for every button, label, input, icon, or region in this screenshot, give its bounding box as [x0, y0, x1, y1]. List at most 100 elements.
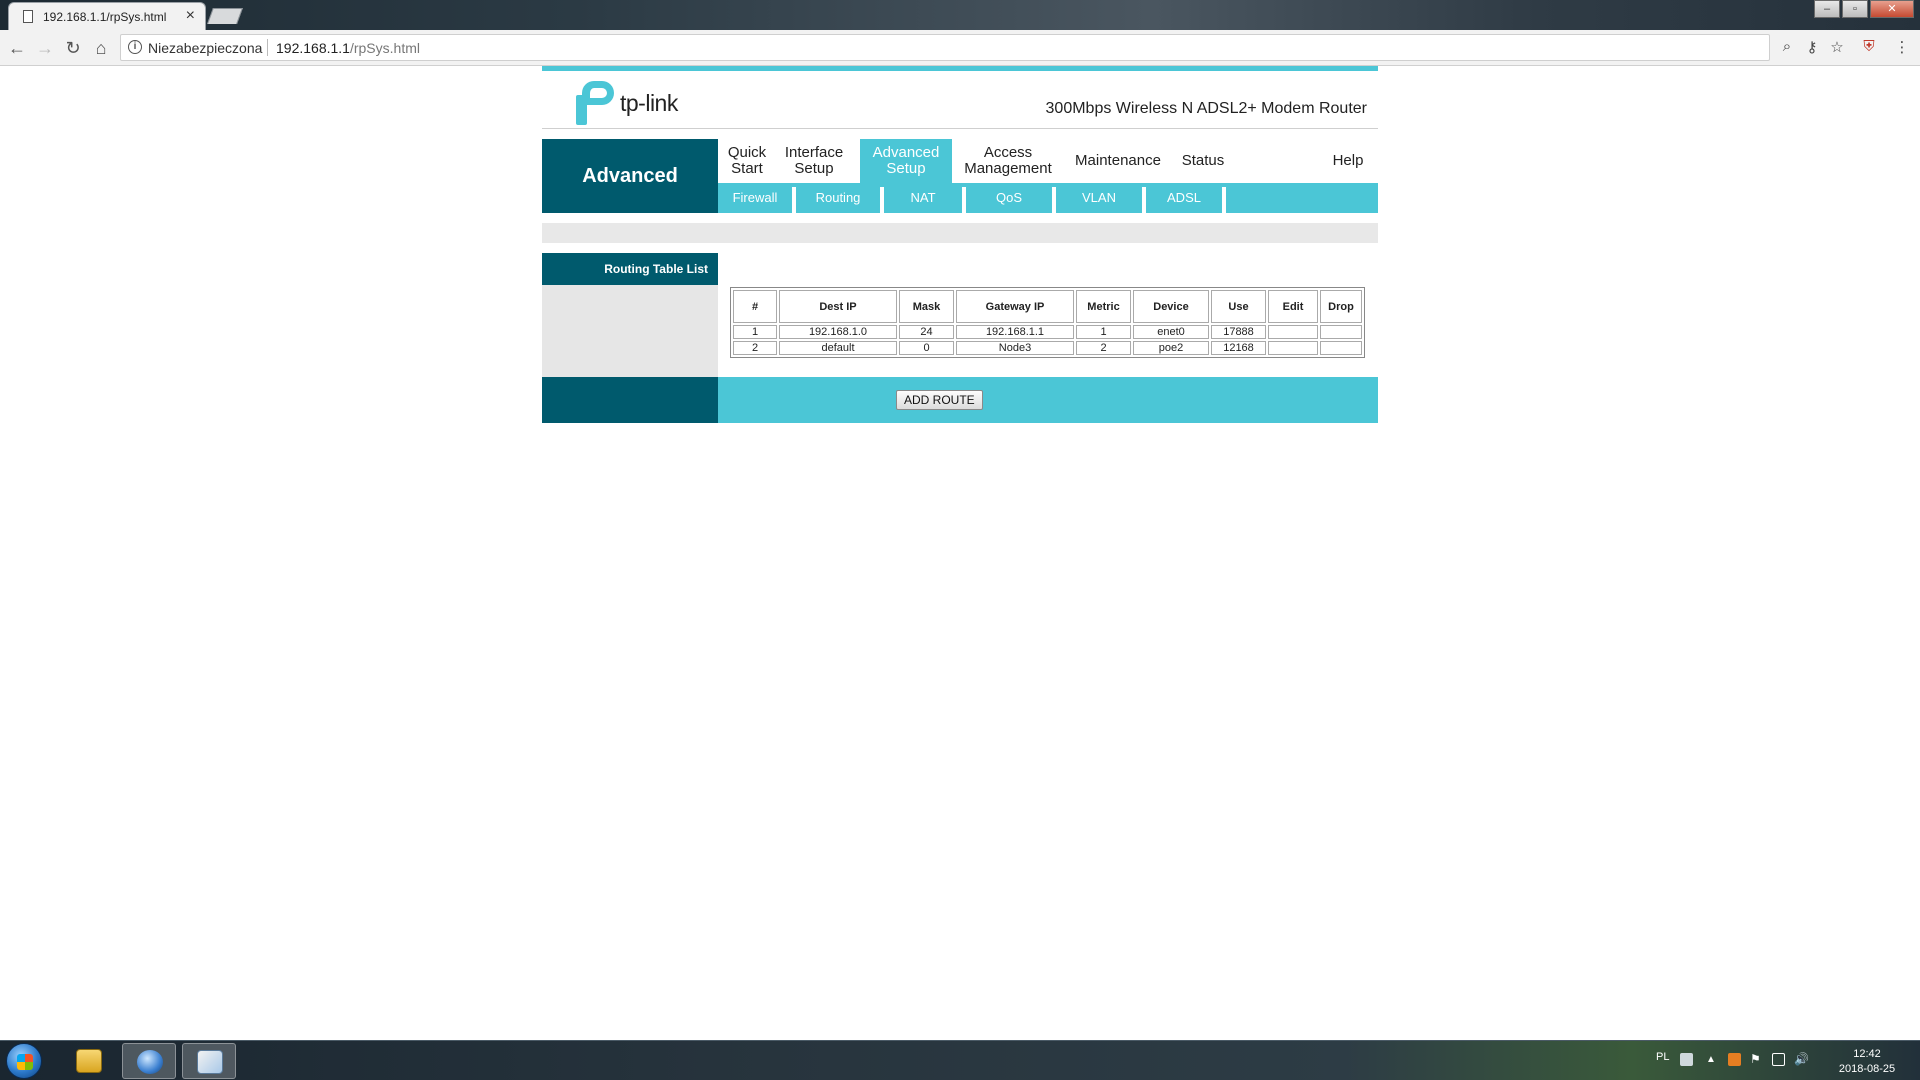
- menu-maintenance[interactable]: Maintenance: [1068, 139, 1168, 183]
- forward-arrow-icon[interactable]: →: [34, 38, 56, 58]
- submenu-nat[interactable]: NAT: [884, 183, 962, 213]
- minimize-button[interactable]: –: [1814, 0, 1840, 18]
- browser-titlebar: 192.168.1.1/rpSys.html × – ▫ ✕: [0, 0, 1920, 30]
- back-arrow-icon[interactable]: ←: [6, 38, 28, 58]
- reload-icon[interactable]: ↻: [62, 38, 84, 58]
- submenu-firewall[interactable]: Firewall: [718, 183, 792, 213]
- tab-close-icon[interactable]: ×: [186, 7, 195, 25]
- menu-dots-icon[interactable]: ⋮: [1892, 38, 1912, 56]
- extension-shield-icon[interactable]: ⛨: [1859, 38, 1879, 55]
- submenu-routing[interactable]: Routing: [796, 183, 880, 213]
- left-column: Routing Table List: [542, 253, 718, 377]
- show-hidden-icons-icon[interactable]: ▲: [1706, 1053, 1719, 1066]
- button-bar-right: ADD ROUTE: [718, 377, 1378, 423]
- menu-label: Interface Setup: [784, 144, 844, 177]
- routing-table: # Dest IP Mask Gateway IP Metric Device …: [730, 287, 1365, 358]
- menu-label: Help: [1332, 152, 1364, 169]
- cell-device: poe2: [1133, 341, 1209, 355]
- keyboard-icon[interactable]: [1680, 1053, 1693, 1066]
- submenu-qos[interactable]: QoS: [966, 183, 1052, 213]
- sub-menu: Firewall Routing NAT QoS VLAN ADSL: [718, 183, 1378, 213]
- menu-label: Status: [1181, 152, 1225, 169]
- browser-icon: [137, 1050, 163, 1074]
- menu-advanced-setup[interactable]: Advanced Setup: [860, 139, 952, 183]
- logo-text: tp-link: [620, 89, 678, 116]
- menu-label: Access Management: [964, 144, 1052, 177]
- cell-drop[interactable]: [1320, 341, 1362, 355]
- menu-label: Quick Start: [727, 144, 767, 177]
- col-header-dest-ip: Dest IP: [779, 290, 897, 323]
- language-indicator[interactable]: PL: [1656, 1051, 1669, 1063]
- taskbar-paint[interactable]: [182, 1043, 236, 1079]
- browser-toolbar: ← → ↻ ⌂ i Niezabezpieczona 192.168.1.1/r…: [0, 30, 1920, 66]
- network-icon[interactable]: [1772, 1053, 1785, 1066]
- key-icon[interactable]: ⚷: [1802, 38, 1822, 56]
- menu-status[interactable]: Status: [1172, 139, 1234, 183]
- section-title: Advanced: [542, 139, 718, 213]
- cell-dest-ip: 192.168.1.0: [779, 325, 897, 339]
- menu-label: Maintenance: [1075, 152, 1161, 169]
- submenu-adsl[interactable]: ADSL: [1146, 183, 1222, 213]
- col-header-device: Device: [1133, 290, 1209, 323]
- url-path: /rpSys.html: [349, 40, 420, 56]
- taskbar-explorer[interactable]: [62, 1043, 116, 1079]
- bookmark-star-icon[interactable]: ☆: [1827, 38, 1847, 56]
- cell-index: 1: [733, 325, 777, 339]
- router-header: tp-link 300Mbps Wireless N ADSL2+ Modem …: [542, 71, 1378, 129]
- col-header-metric: Metric: [1076, 290, 1131, 323]
- main-menu: Quick Start Interface Setup Advanced Set…: [718, 139, 1378, 183]
- add-route-button[interactable]: ADD ROUTE: [896, 390, 983, 410]
- app-tray-icon[interactable]: [1728, 1053, 1741, 1066]
- cell-mask: 0: [899, 341, 954, 355]
- taskbar: PL ▲ ⚑ 🔊 12:42 2018-08-25: [0, 1040, 1920, 1080]
- home-icon[interactable]: ⌂: [90, 38, 112, 58]
- security-label: Niezabezpieczona: [148, 40, 263, 56]
- col-header-drop: Drop: [1320, 290, 1362, 323]
- browser-tab[interactable]: 192.168.1.1/rpSys.html ×: [8, 2, 206, 30]
- window-close-button[interactable]: ✕: [1870, 0, 1914, 18]
- submenu-divider: [1222, 187, 1226, 213]
- cell-gateway-ip: 192.168.1.1: [956, 325, 1074, 339]
- button-bar: ADD ROUTE: [542, 377, 1378, 423]
- clock-date: 2018-08-25: [1838, 1063, 1896, 1075]
- table-row: 2 default 0 Node3 2 poe2 12168: [733, 341, 1362, 355]
- new-tab-button[interactable]: [207, 8, 243, 24]
- menu-help[interactable]: Help: [1318, 139, 1378, 183]
- volume-icon[interactable]: 🔊: [1794, 1053, 1809, 1066]
- col-header-use: Use: [1211, 290, 1266, 323]
- submenu-vlan[interactable]: VLAN: [1056, 183, 1142, 213]
- col-header-edit: Edit: [1268, 290, 1318, 323]
- menu-access-management[interactable]: Access Management: [956, 139, 1060, 183]
- router-page: tp-link 300Mbps Wireless N ADSL2+ Modem …: [542, 66, 1378, 423]
- menu-interface-setup[interactable]: Interface Setup: [776, 139, 852, 183]
- windows-logo-icon: [17, 1054, 33, 1070]
- col-header-gateway-ip: Gateway IP: [956, 290, 1074, 323]
- menu-quick-start[interactable]: Quick Start: [718, 139, 776, 183]
- info-icon[interactable]: i: [128, 40, 142, 54]
- cell-gateway-ip: Node3: [956, 341, 1074, 355]
- maximize-button[interactable]: ▫: [1842, 0, 1868, 18]
- table-header-row: # Dest IP Mask Gateway IP Metric Device …: [733, 290, 1362, 323]
- url-host: 192.168.1.1: [276, 40, 350, 56]
- routing-table-wrapper: # Dest IP Mask Gateway IP Metric Device …: [730, 287, 1365, 358]
- system-clock[interactable]: 12:42 2018-08-25: [1832, 1047, 1902, 1077]
- address-bar[interactable]: i Niezabezpieczona 192.168.1.1/rpSys.htm…: [120, 34, 1770, 61]
- taskbar-browser[interactable]: [122, 1043, 176, 1079]
- action-center-flag-icon[interactable]: ⚑: [1750, 1053, 1763, 1066]
- url-text[interactable]: 192.168.1.1/rpSys.html: [276, 40, 420, 56]
- cell-edit[interactable]: [1268, 341, 1318, 355]
- cell-drop[interactable]: [1320, 325, 1362, 339]
- cell-edit[interactable]: [1268, 325, 1318, 339]
- table-row: 1 192.168.1.0 24 192.168.1.1 1 enet0 178…: [733, 325, 1362, 339]
- cell-mask: 24: [899, 325, 954, 339]
- zoom-icon[interactable]: ⌕: [1777, 38, 1797, 55]
- routing-content: Routing Table List # Dest IP Mask Gatewa…: [542, 253, 1378, 377]
- clock-time: 12:42: [1853, 1048, 1881, 1060]
- col-header-index: #: [733, 290, 777, 323]
- start-button[interactable]: [6, 1043, 42, 1079]
- menu-label: Advanced Setup: [872, 144, 940, 177]
- tp-link-logo-icon: [572, 81, 616, 125]
- cell-device: enet0: [1133, 325, 1209, 339]
- gray-band: [542, 223, 1378, 243]
- tp-link-logo: tp-link: [572, 81, 678, 125]
